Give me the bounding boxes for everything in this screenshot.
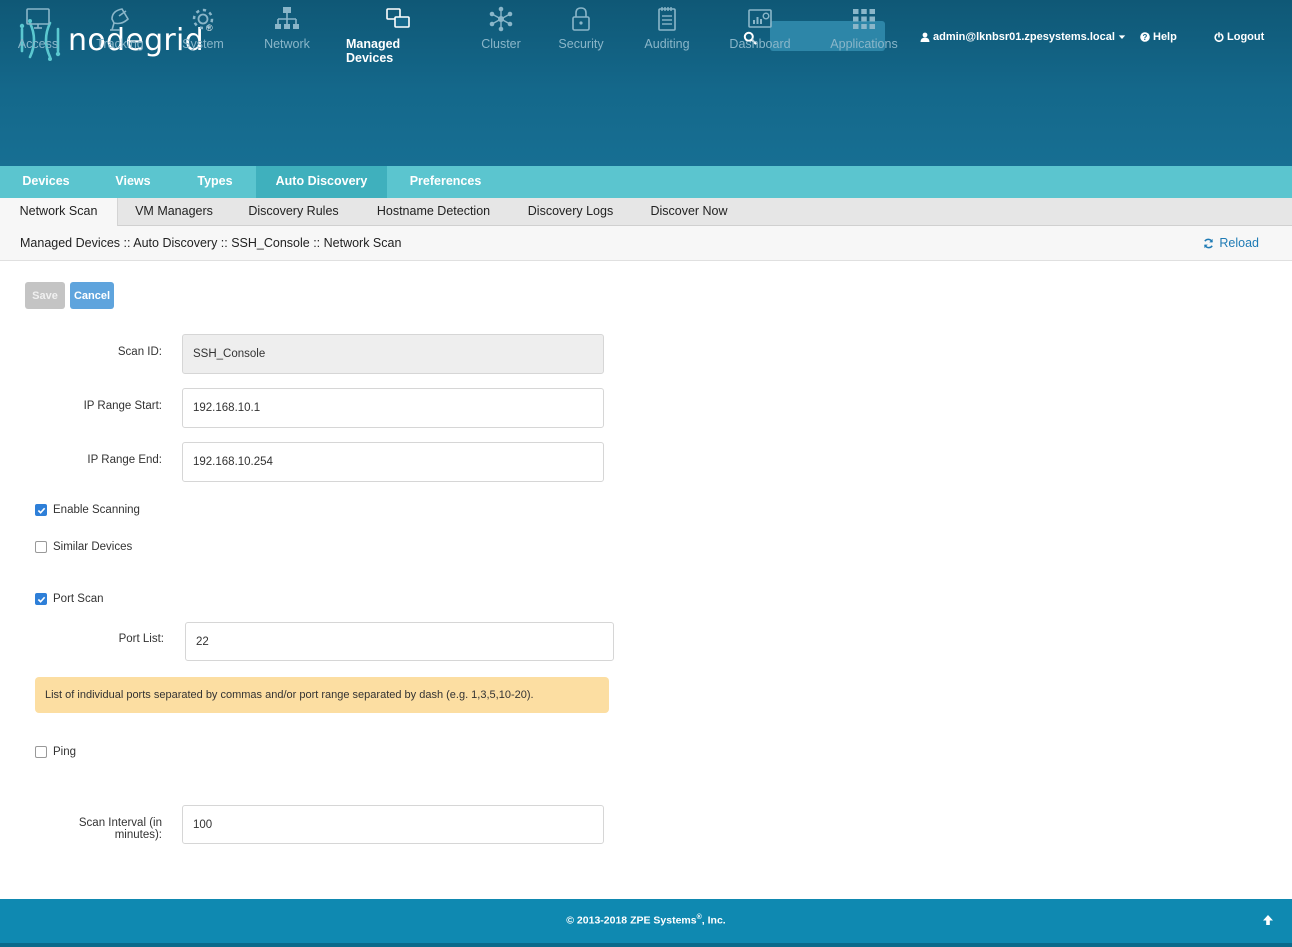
scan-interval-label-line1: Scan Interval (in bbox=[78, 817, 162, 829]
enable-scanning-checkbox[interactable]: Enable Scanning bbox=[35, 504, 140, 516]
power-icon bbox=[1214, 32, 1224, 42]
subnav-preferences[interactable]: Preferences bbox=[387, 166, 504, 198]
nav-label: Managed Devices bbox=[346, 37, 401, 65]
similar-devices-label: Similar Devices bbox=[53, 541, 133, 553]
notepad-icon bbox=[658, 7, 676, 31]
nav-tracking[interactable]: Tracking bbox=[92, 0, 148, 72]
subnav-views[interactable]: Views bbox=[92, 166, 174, 198]
logout-link[interactable]: Logout bbox=[1214, 31, 1264, 43]
checkbox-box[interactable] bbox=[35, 504, 47, 516]
dashboard-icon bbox=[748, 9, 772, 28]
refresh-icon bbox=[1204, 238, 1214, 248]
help-label: Help bbox=[1153, 31, 1177, 43]
nav-label: System bbox=[182, 37, 224, 51]
port-scan-label: Port Scan bbox=[53, 593, 104, 605]
nav-network[interactable]: Network bbox=[259, 0, 315, 72]
copyright-suffix: , Inc. bbox=[701, 914, 726, 927]
copyright-main: © 2013-2018 ZPE Systems bbox=[566, 914, 697, 927]
ping-label: Ping bbox=[53, 746, 77, 758]
cancel-button[interactable]: Cancel bbox=[70, 282, 114, 309]
nav-label: Applications bbox=[830, 37, 898, 51]
scan-interval-label-line2: minutes): bbox=[114, 829, 162, 841]
tab-hostname-detection[interactable]: Hostname Detection bbox=[357, 198, 510, 226]
scan-id-field bbox=[182, 334, 604, 374]
ip-range-end-field[interactable] bbox=[182, 442, 604, 482]
nav-label: Tracking bbox=[96, 37, 144, 51]
tab-bar: Network Scan VM Managers Discovery Rules… bbox=[0, 198, 1292, 226]
save-button[interactable]: Save bbox=[25, 282, 65, 309]
reload-button[interactable]: Reload bbox=[1203, 236, 1259, 250]
nav-access[interactable]: Access bbox=[14, 0, 62, 72]
nav-auditing[interactable]: Auditing bbox=[639, 0, 695, 72]
checkbox-box[interactable] bbox=[35, 593, 47, 605]
ip-range-end-label: IP Range End: bbox=[87, 454, 162, 466]
checkbox-box[interactable] bbox=[35, 746, 47, 758]
tab-vm-managers[interactable]: VM Managers bbox=[118, 198, 230, 226]
breadcrumb-bar: Managed Devices :: Auto Discovery :: SSH… bbox=[0, 226, 1292, 261]
nav-label: Network bbox=[264, 37, 310, 51]
port-list-field[interactable] bbox=[185, 622, 614, 661]
arrow-up-icon[interactable] bbox=[1262, 914, 1274, 926]
help-link[interactable]: ? Help bbox=[1140, 31, 1177, 43]
caret-down-icon bbox=[1118, 35, 1126, 39]
subnav-types[interactable]: Types bbox=[174, 166, 256, 198]
gear-icon bbox=[192, 8, 214, 30]
monitor-icon bbox=[26, 8, 50, 29]
scan-interval-label: Scan Interval (in minutes): bbox=[40, 817, 162, 841]
sub-navigation: Devices Views Types Auto Discovery Prefe… bbox=[0, 166, 1292, 198]
breadcrumb: Managed Devices :: Auto Discovery :: SSH… bbox=[20, 236, 402, 250]
scan-interval-field[interactable] bbox=[182, 805, 604, 844]
tab-discovery-rules[interactable]: Discovery Rules bbox=[230, 198, 357, 226]
app-header: nodegrid ® admin@lknbsr01.zpesystems.loc… bbox=[0, 0, 1292, 166]
network-icon bbox=[275, 7, 299, 29]
nav-managed-devices[interactable]: Managed Devices bbox=[346, 0, 450, 72]
svg-text:?: ? bbox=[1143, 33, 1148, 42]
nav-cluster[interactable]: Cluster bbox=[476, 0, 526, 72]
port-list-label: Port List: bbox=[118, 633, 164, 645]
copyright-text: © 2013-2018 ZPE Systems®, Inc. bbox=[0, 914, 1292, 927]
enable-scanning-label: Enable Scanning bbox=[53, 504, 140, 516]
user-menu[interactable]: admin@lknbsr01.zpesystems.local bbox=[920, 31, 1126, 43]
ping-checkbox[interactable]: Ping bbox=[35, 746, 76, 758]
nav-label: Access bbox=[17, 37, 59, 51]
tab-discover-now[interactable]: Discover Now bbox=[631, 198, 747, 226]
nav-label: Security bbox=[558, 37, 604, 51]
scan-id-label: Scan ID: bbox=[117, 346, 162, 358]
tab-discovery-logs[interactable]: Discovery Logs bbox=[510, 198, 631, 226]
satellite-icon bbox=[110, 8, 130, 31]
devices-icon bbox=[386, 8, 410, 28]
checkmark-icon bbox=[37, 596, 45, 603]
port-scan-checkbox[interactable]: Port Scan bbox=[35, 593, 104, 605]
lock-icon bbox=[572, 7, 590, 31]
ip-range-start-field[interactable] bbox=[182, 388, 604, 428]
nav-dashboard[interactable]: Dashboard bbox=[727, 0, 793, 72]
ip-range-start-label: IP Range Start: bbox=[83, 400, 162, 412]
subnav-auto-discovery[interactable]: Auto Discovery bbox=[256, 166, 387, 198]
similar-devices-checkbox[interactable]: Similar Devices bbox=[35, 541, 132, 553]
cluster-icon bbox=[489, 6, 513, 32]
apps-grid-icon bbox=[853, 9, 875, 29]
logout-label: Logout bbox=[1227, 31, 1265, 43]
tab-network-scan[interactable]: Network Scan bbox=[0, 198, 118, 226]
checkbox-box[interactable] bbox=[35, 541, 47, 553]
subnav-devices[interactable]: Devices bbox=[0, 166, 92, 198]
nav-label: Dashboard bbox=[729, 37, 791, 51]
nav-label: Auditing bbox=[644, 37, 690, 51]
nav-applications[interactable]: Applications bbox=[826, 0, 902, 72]
user-name: admin@lknbsr01.zpesystems.local bbox=[933, 31, 1115, 43]
nav-security[interactable]: Security bbox=[554, 0, 608, 72]
reload-label: Reload bbox=[1219, 236, 1259, 250]
checkmark-icon bbox=[37, 507, 45, 514]
nav-label: Cluster bbox=[481, 37, 521, 51]
nav-system[interactable]: System bbox=[179, 0, 227, 72]
user-icon bbox=[920, 32, 930, 42]
port-list-hint: List of individual ports separated by co… bbox=[35, 677, 609, 713]
footer: © 2013-2018 ZPE Systems®, Inc. bbox=[0, 899, 1292, 947]
help-icon: ? bbox=[1140, 32, 1150, 42]
